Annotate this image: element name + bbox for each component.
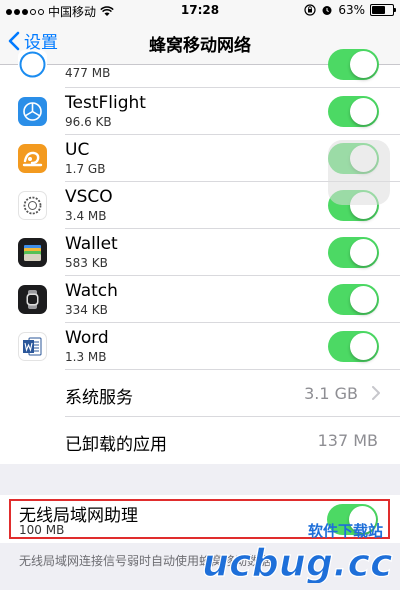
safari-icon [18,50,47,79]
cellular-toggle[interactable] [328,331,379,362]
system-services-value: 3.1 GB [304,384,358,403]
cellular-toggle[interactable] [328,96,379,127]
list-item: Wallet 583 KB [0,229,400,276]
cellular-toggle[interactable] [328,284,379,315]
chevron-right-icon [372,386,380,400]
watermark-text: 软件下载站 [308,522,383,540]
system-services-row[interactable]: 系统服务 3.1 GB [0,370,400,417]
app-data-size: 96.6 KB [65,115,112,129]
watermark-logo-text: ucbug.cc [202,541,393,583]
status-right: 63% [304,3,396,17]
watch-icon [18,285,47,314]
system-services-label: 系统服务 [65,388,133,408]
app-name: TestFlight [65,93,146,113]
wifi-assist-size: 100 MB [19,523,65,537]
app-data-size: 583 KB [65,256,108,270]
app-name: Watch [65,281,118,301]
app-data-size: 334 KB [65,303,108,317]
app-data-size: 1.7 GB [65,162,106,176]
status-bar: 中国移动 17:28 63% [0,0,400,20]
uninstalled-apps-row: 已卸载的应用 137 MB [0,417,400,464]
list-item: Word 1.3 MB [0,323,400,370]
alarm-icon [322,6,332,15]
vsco-icon [18,191,47,220]
cellular-toggle[interactable] [328,49,379,80]
word-icon [18,332,47,361]
scroll-overlay [328,140,390,205]
cellular-toggle[interactable] [328,237,379,268]
app-data-size: 3.4 MB [65,209,107,223]
rotation-lock-icon [304,4,316,16]
app-data-list: 477 MB TestFlight 96.6 KB UC 1.7 GB VSCO… [0,49,400,464]
uninstalled-apps-label: 已卸载的应用 [65,435,167,455]
watermark-logo: 软件下载站 ucbug.cc [201,522,393,583]
testflight-icon [18,97,47,126]
uc-browser-icon [18,144,47,173]
list-item: 477 MB [0,49,400,88]
app-name: Wallet [65,234,118,254]
app-data-size: 1.3 MB [65,350,107,364]
app-data-size: 477 MB [65,66,111,80]
app-name: UC [65,140,90,160]
app-name: VSCO [65,187,113,207]
list-item: TestFlight 96.6 KB [0,88,400,135]
list-item: Watch 334 KB [0,276,400,323]
app-name: Word [65,328,109,348]
battery-icon [370,4,396,16]
battery-percent: 63% [338,3,365,17]
wallet-icon [18,238,47,267]
uninstalled-apps-value: 137 MB [317,431,378,450]
